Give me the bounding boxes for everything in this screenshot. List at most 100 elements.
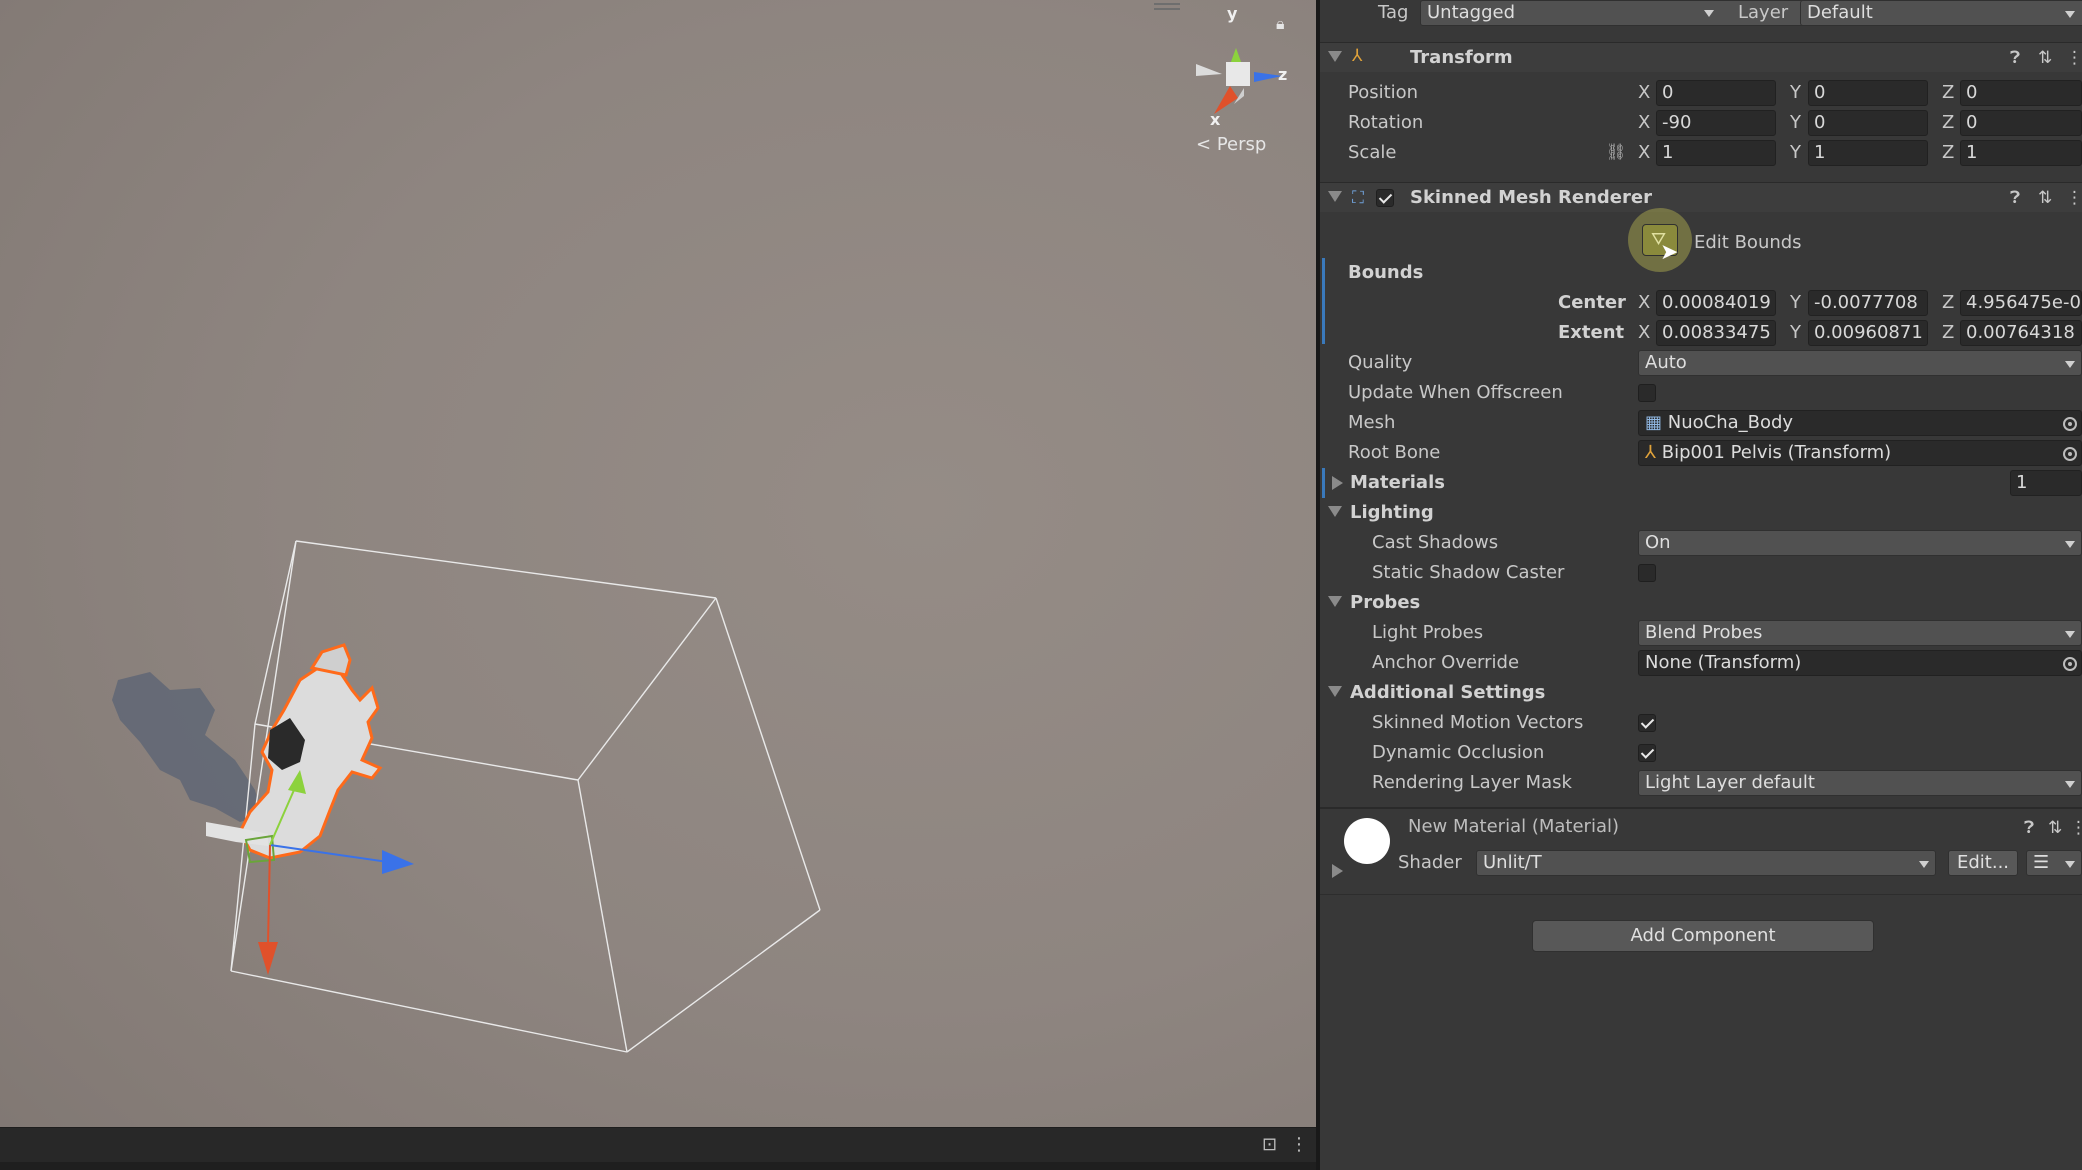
axis-x-label: X [1638, 292, 1651, 313]
scene-toolbar-strip [0, 1162, 1316, 1170]
preset-icon[interactable]: ⇅ [2048, 818, 2062, 838]
additional-settings-row[interactable]: Additional Settings [1320, 678, 2082, 708]
transform-axes-icon: ⅄ [1645, 442, 1656, 463]
rotation-y-field[interactable]: 0 [1808, 110, 1928, 136]
scale-z-field[interactable]: 1 [1960, 140, 2082, 166]
tag-label: Tag [1378, 2, 1409, 23]
rotation-x-field[interactable]: -90 [1656, 110, 1776, 136]
foldout-arrow-icon[interactable] [1328, 596, 1342, 607]
layer-mask-row: Rendering Layer Mask Light Layer default [1320, 768, 2082, 798]
shader-edit-button[interactable]: Edit... [1948, 850, 2019, 876]
foldout-arrow-icon[interactable] [1332, 864, 1343, 878]
rotation-x-value: -90 [1662, 112, 1692, 133]
preset-icon[interactable]: ⇅ [2038, 188, 2052, 208]
light-probes-value: Blend Probes [1645, 622, 1763, 643]
position-y-value: 0 [1814, 82, 1826, 103]
rotation-z-field[interactable]: 0 [1960, 110, 2082, 136]
lock-icon[interactable]: 🔒︎ [1276, 14, 1285, 34]
scene-canvas[interactable] [0, 0, 1316, 1127]
extent-z-value: 0.00764318 [1966, 322, 2075, 343]
material-title: New Material (Material) [1408, 816, 1619, 837]
chevron-down-icon [2065, 781, 2075, 788]
help-icon[interactable]: ❓︎ [2010, 188, 2020, 208]
shader-options-dropdown[interactable]: ☰ [2026, 850, 2082, 876]
skinned-mesh-renderer-header[interactable]: ⛶ Skinned Mesh Renderer ❓︎ ⇅ ⋮ [1320, 182, 2082, 212]
materials-count-field[interactable]: 1 [2010, 470, 2082, 496]
scale-y-field[interactable]: 1 [1808, 140, 1928, 166]
projection-toggle[interactable]: < Persp [1196, 134, 1266, 155]
center-label: Center [1558, 292, 1626, 313]
foldout-arrow-icon[interactable] [1332, 476, 1343, 490]
extent-y-field[interactable]: 0.00960871 [1808, 320, 1928, 346]
position-row: Position X 0 Y 0 Z 0 [1320, 78, 2082, 108]
cast-shadows-dropdown[interactable]: On [1638, 530, 2082, 556]
anchor-override-row: Anchor Override None (Transform) [1320, 648, 2082, 678]
center-y-field[interactable]: -0.0077708 [1808, 290, 1928, 316]
kebab-menu-icon[interactable]: ⋮ [2066, 188, 2082, 208]
chevron-down-icon [2065, 631, 2075, 638]
kebab-menu-icon[interactable]: ⋮ [2066, 48, 2082, 68]
scene-view[interactable]: y z x 🔒︎ < Persp [0, 0, 1316, 1127]
renderer-enabled-checkbox[interactable] [1376, 189, 1394, 207]
skinned-mesh-icon: ⛶ [1352, 188, 1364, 208]
position-x-field[interactable]: 0 [1656, 80, 1776, 106]
foldout-arrow-icon[interactable] [1328, 506, 1342, 517]
lock-icon[interactable]: ⊡ [1262, 1134, 1277, 1155]
mesh-object-field[interactable]: ▦ NuoCha_Body [1638, 410, 2082, 436]
scale-x-field[interactable]: 1 [1656, 140, 1776, 166]
constrain-proportions-icon[interactable]: ⛓︎ [1606, 142, 1626, 161]
kebab-menu-icon[interactable]: ⋮ [1290, 1134, 1308, 1155]
axis-y-label: Y [1790, 142, 1801, 163]
axis-y-label: Y [1790, 322, 1801, 343]
help-icon[interactable]: ❓︎ [2010, 48, 2020, 68]
static-shadow-checkbox[interactable] [1638, 564, 1656, 582]
root-bone-object-field[interactable]: ⅄ Bip001 Pelvis (Transform) [1638, 440, 2082, 466]
center-z-field[interactable]: 4.956475e-0 [1960, 290, 2082, 316]
object-picker-icon[interactable] [2063, 447, 2077, 461]
object-picker-icon[interactable] [2063, 417, 2077, 431]
quality-value: Auto [1645, 352, 1687, 373]
chevron-left-icon: < [1196, 134, 1212, 155]
rotation-label: Rotation [1348, 112, 1424, 133]
transform-header[interactable]: ⅄ Transform ❓︎ ⇅ ⋮ [1320, 42, 2082, 72]
center-x-field[interactable]: 0.00084019 [1656, 290, 1776, 316]
anchor-override-object-field[interactable]: None (Transform) [1638, 650, 2082, 676]
material-preview-sphere[interactable] [1344, 818, 1390, 864]
transform-title: Transform [1410, 47, 1513, 68]
extent-x-field[interactable]: 0.00833475 [1656, 320, 1776, 346]
lighting-row[interactable]: Lighting [1320, 498, 2082, 528]
extent-z-field[interactable]: 0.00764318 [1960, 320, 2082, 346]
quality-label: Quality [1348, 352, 1413, 373]
materials-row[interactable]: Materials 1 [1320, 468, 2082, 498]
character-shadow [112, 672, 262, 822]
foldout-arrow-icon[interactable] [1328, 191, 1342, 202]
extent-x-value: 0.00833475 [1662, 322, 1771, 343]
motion-vectors-checkbox[interactable] [1638, 714, 1656, 732]
layer-mask-dropdown[interactable]: Light Layer default [1638, 770, 2082, 796]
light-probes-dropdown[interactable]: Blend Probes [1638, 620, 2082, 646]
dynamic-occlusion-checkbox[interactable] [1638, 744, 1656, 762]
add-component-button[interactable]: Add Component [1532, 920, 1874, 952]
object-picker-icon[interactable] [2063, 657, 2077, 671]
position-y-field[interactable]: 0 [1808, 80, 1928, 106]
position-x-value: 0 [1662, 82, 1674, 103]
shader-dropdown[interactable]: Unlit/T [1476, 850, 1936, 876]
update-offscreen-checkbox[interactable] [1638, 384, 1656, 402]
gizmo-y-label: y [1227, 4, 1238, 23]
cast-shadows-row: Cast Shadows On [1320, 528, 2082, 558]
foldout-arrow-icon[interactable] [1328, 686, 1342, 697]
update-offscreen-label: Update When Offscreen [1348, 382, 1563, 403]
layer-mask-value: Light Layer default [1645, 772, 1815, 793]
kebab-menu-icon[interactable]: ⋮ [2070, 818, 2082, 838]
transform-axes-icon: ⅄ [1352, 46, 1363, 66]
mesh-row: Mesh ▦ NuoCha_Body [1320, 408, 2082, 438]
position-z-field[interactable]: 0 [1960, 80, 2082, 106]
layer-dropdown[interactable]: Default [1800, 0, 2082, 26]
help-icon[interactable]: ❓︎ [2024, 818, 2034, 838]
quality-dropdown[interactable]: Auto [1638, 350, 2082, 376]
preset-icon[interactable]: ⇅ [2038, 48, 2052, 68]
probes-row[interactable]: Probes [1320, 588, 2082, 618]
chevron-down-icon [1704, 10, 1714, 17]
axis-y-label: Y [1790, 112, 1801, 133]
foldout-arrow-icon[interactable] [1328, 51, 1342, 62]
